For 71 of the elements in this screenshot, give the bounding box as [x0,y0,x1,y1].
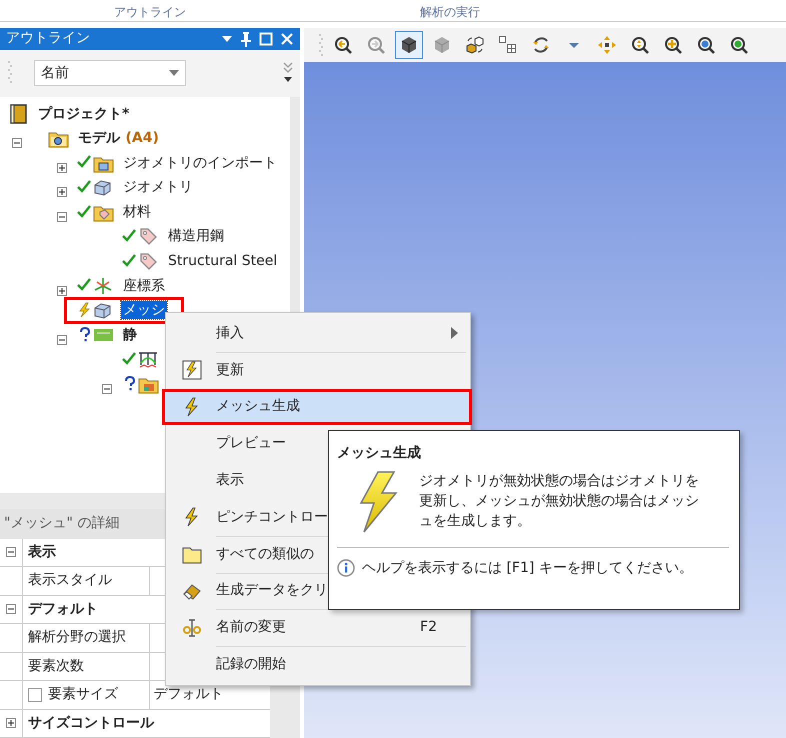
zoom-back-icon [332,35,352,55]
collapse-toggle[interactable] [12,138,22,148]
refresh-icon [182,360,202,380]
property-label: 要素サイズ [48,685,118,704]
ribbon-tab[interactable]: 解析の実行 [420,5,480,19]
menu-item-label: メッシュ生成 [216,397,300,416]
tree-item[interactable]: ジオメトリのインポート [121,154,279,172]
help-hint: ヘルプを表示するには [F1] キーを押してください。 [362,558,693,578]
layout-grid-icon [498,35,518,55]
menu-item[interactable]: 更新 [168,352,468,389]
panel-title: アウトライン [6,29,91,48]
book-icon [8,104,29,124]
zoom-fit-icon [630,35,650,55]
menu-item[interactable]: 挿入 [168,315,468,352]
rotate-icon [530,35,550,55]
close-icon[interactable] [280,32,294,46]
expand-toggle[interactable] [6,718,16,728]
menu-item-label: 更新 [216,360,244,380]
tree-item[interactable]: モデル [76,129,122,148]
cubes-icon [464,35,484,55]
collapse-toggle[interactable] [57,335,67,346]
collapse-toggle[interactable] [6,604,16,614]
menu-item[interactable]: メッシュ生成 [162,388,472,426]
expand-toggle[interactable] [57,286,67,296]
cube-button[interactable] [394,31,422,59]
grip-icon [318,32,324,58]
property-label: 解析分野の選択 [28,628,126,648]
tree-item[interactable]: メッシ [121,301,167,320]
lightning-icon [358,470,398,532]
property-label: 要素次数 [28,656,84,676]
dropdown-caret-icon[interactable] [221,34,233,43]
collapse-toggle[interactable] [57,212,67,222]
tree-item[interactable]: Structural Steel [166,252,280,270]
tree-item[interactable]: プロジェクト* [36,104,132,123]
tree-item[interactable]: ジオメトリ [121,178,195,196]
menu-item[interactable]: 記録の開始 [168,646,468,683]
expand-toggle[interactable] [57,187,67,198]
tooltip-title: メッシュ生成 [337,444,422,462]
zoom-box-icon [696,35,716,55]
property-label: 表示スタイル [28,571,112,590]
tree-item[interactable]: 材料 [121,202,153,221]
checkbox[interactable] [28,688,42,702]
zoom-in-icon [662,35,682,55]
filter-dropdown[interactable]: 名前 [34,60,186,86]
zoom-forward-icon [366,35,386,55]
tooltip-text: ジオメトリが無効状態の場合はジオメトリを更新し、メッシュが無効状態の場合はメッシュを生成します。 [419,472,700,532]
pin-icon[interactable] [240,30,252,47]
axes-icon [93,276,114,296]
property-value[interactable]: デフォルト [154,686,224,702]
ribbon-tab[interactable]: アウトライン [114,5,186,19]
tree-item[interactable]: 座標系 [121,276,167,295]
info-icon [337,559,355,577]
model-tag: (A4) [126,128,159,149]
expand-toggle[interactable] [57,162,67,173]
tag-icon [138,251,159,272]
zoom-select-icon [728,35,748,55]
collapse-toggle[interactable] [6,547,16,558]
shortcut-label: F2 [420,618,437,638]
pan-arrows-icon [596,35,616,55]
collapse-toggle[interactable] [102,384,112,394]
tree-item[interactable]: 構造用鋼 [166,227,226,246]
dropdown-caret-icon [568,42,578,48]
caret-icon [169,70,179,76]
maximize-icon[interactable] [259,32,273,46]
menu-item-label: 記録の開始 [216,655,286,674]
menu-item-label: 挿入 [216,324,244,343]
overflow-chevron-icon[interactable] [283,62,293,84]
tree-item[interactable]: 静 [121,326,139,344]
group-header[interactable]: サイズコントロール [22,710,270,737]
rename-icon [182,618,202,638]
tag-icon [138,226,159,246]
